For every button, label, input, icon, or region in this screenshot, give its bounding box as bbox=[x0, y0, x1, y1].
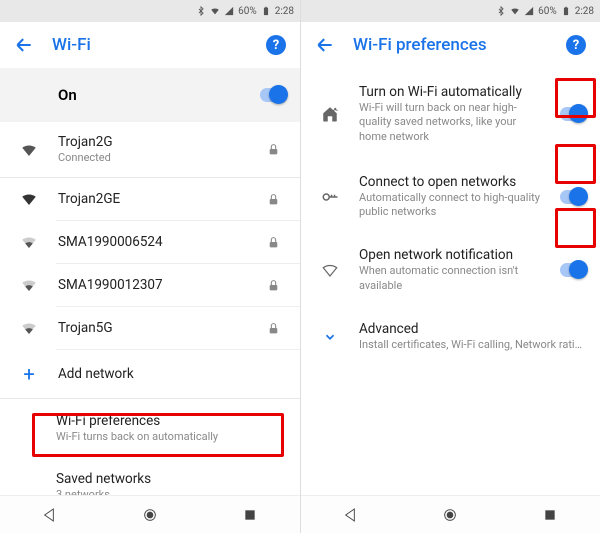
network-ssid: Trojan2G bbox=[58, 134, 242, 150]
back-icon[interactable] bbox=[315, 35, 335, 55]
clock: 2:28 bbox=[275, 6, 294, 17]
battery-icon bbox=[561, 6, 571, 16]
auto-wifi-row[interactable]: Turn on Wi-Fi automatically Wi-Fi will t… bbox=[301, 68, 600, 160]
status-bar: 60% 2:28 bbox=[301, 0, 600, 22]
phone-left: 60% 2:28 Wi-Fi ? On Trojan2GConnected bbox=[0, 0, 300, 533]
network-status: Connected bbox=[58, 151, 242, 165]
lock-icon bbox=[267, 193, 280, 206]
saved-networks-row[interactable]: Saved networks3 networks bbox=[0, 459, 300, 495]
nav-back-icon[interactable] bbox=[42, 507, 58, 523]
nav-recent-icon[interactable] bbox=[542, 507, 558, 523]
wifi-signal-icon bbox=[20, 319, 38, 337]
open-notification-toggle[interactable] bbox=[560, 263, 586, 277]
add-network-label: Add network bbox=[58, 366, 286, 382]
help-icon[interactable]: ? bbox=[266, 35, 286, 55]
advanced-row[interactable]: Advanced Install certificates, Wi-Fi cal… bbox=[301, 307, 600, 364]
nav-home-icon[interactable] bbox=[442, 507, 458, 523]
pref-sub: Wi-Fi will turn back on near high-qualit… bbox=[359, 101, 542, 144]
wifi-status-icon bbox=[510, 6, 520, 16]
page-title: Wi-Fi bbox=[52, 35, 248, 55]
wifi-prefs-sub: Wi-Fi turns back on automatically bbox=[56, 430, 286, 444]
network-row[interactable]: SMA1990012307 bbox=[0, 264, 300, 306]
wifi-master-toggle[interactable] bbox=[260, 88, 286, 102]
nav-bar bbox=[301, 495, 600, 533]
wifi-master-toggle-row[interactable]: On bbox=[0, 68, 300, 122]
chevron-down-icon bbox=[323, 330, 337, 344]
advanced-title: Advanced bbox=[359, 321, 586, 337]
nav-recent-icon[interactable] bbox=[242, 507, 258, 523]
battery-percent: 60% bbox=[238, 6, 257, 17]
content: On Trojan2GConnected Trojan2GE SMA199000… bbox=[0, 68, 300, 495]
lock-icon bbox=[267, 322, 280, 335]
auto-wifi-toggle[interactable] bbox=[560, 107, 586, 121]
nav-home-icon[interactable] bbox=[142, 507, 158, 523]
wifi-on-label: On bbox=[58, 86, 242, 104]
network-row[interactable]: Trojan2GConnected bbox=[0, 122, 300, 177]
phone-right: 60% 2:28 Wi-Fi preferences ? Turn on Wi-… bbox=[300, 0, 600, 533]
network-ssid: SMA1990012307 bbox=[58, 277, 242, 293]
pref-sub: Automatically connect to high-quality pu… bbox=[359, 191, 542, 220]
cell-signal-icon bbox=[524, 6, 534, 16]
network-row[interactable]: SMA1990006524 bbox=[0, 221, 300, 263]
saved-networks-sub: 3 networks bbox=[56, 488, 286, 495]
bluetooth-icon bbox=[196, 6, 206, 16]
content: Turn on Wi-Fi automatically Wi-Fi will t… bbox=[301, 68, 600, 495]
pref-title: Turn on Wi-Fi automatically bbox=[359, 84, 542, 100]
wifi-signal-icon bbox=[20, 233, 38, 251]
open-notification-row[interactable]: Open network notification When automatic… bbox=[301, 233, 600, 307]
nav-back-icon[interactable] bbox=[343, 507, 359, 523]
network-row[interactable]: Trojan5G bbox=[0, 307, 300, 349]
advanced-sub: Install certificates, Wi-Fi calling, Net… bbox=[359, 338, 586, 352]
pref-title: Open network notification bbox=[359, 247, 542, 263]
add-network-row[interactable]: + Add network bbox=[0, 350, 300, 398]
page-title: Wi-Fi preferences bbox=[353, 35, 548, 55]
help-icon[interactable]: ? bbox=[566, 35, 586, 55]
network-ssid: Trojan2GE bbox=[58, 191, 242, 207]
cell-signal-icon bbox=[224, 6, 234, 16]
nav-bar bbox=[0, 495, 300, 533]
bluetooth-icon bbox=[496, 6, 506, 16]
home-signal-icon bbox=[321, 105, 339, 123]
back-icon[interactable] bbox=[14, 35, 34, 55]
wifi-preferences-row[interactable]: Wi-Fi preferencesWi-Fi turns back on aut… bbox=[0, 399, 300, 458]
clock: 2:28 bbox=[575, 6, 594, 17]
lock-icon bbox=[267, 143, 280, 156]
key-icon bbox=[321, 188, 339, 206]
battery-icon bbox=[261, 6, 271, 16]
plus-icon: + bbox=[23, 362, 34, 386]
wifi-status-icon bbox=[210, 6, 220, 16]
wifi-prefs-title: Wi-Fi preferences bbox=[56, 413, 286, 429]
open-networks-row[interactable]: Connect to open networks Automatically c… bbox=[301, 160, 600, 234]
network-ssid: Trojan5G bbox=[58, 320, 242, 336]
network-row[interactable]: Trojan2GE bbox=[0, 178, 300, 220]
lock-icon bbox=[267, 279, 280, 292]
saved-networks-title: Saved networks bbox=[56, 471, 286, 487]
app-bar: Wi-Fi preferences ? bbox=[301, 22, 600, 68]
pref-sub: When automatic connection isn't availabl… bbox=[359, 264, 542, 293]
pref-title: Connect to open networks bbox=[359, 174, 542, 190]
app-bar: Wi-Fi ? bbox=[0, 22, 300, 68]
wifi-signal-icon bbox=[20, 190, 38, 208]
open-networks-toggle[interactable] bbox=[560, 190, 586, 204]
lock-icon bbox=[267, 236, 280, 249]
wifi-open-icon bbox=[321, 261, 339, 279]
wifi-signal-icon bbox=[20, 141, 38, 159]
status-bar: 60% 2:28 bbox=[0, 0, 300, 22]
network-ssid: SMA1990006524 bbox=[58, 234, 242, 250]
battery-percent: 60% bbox=[538, 6, 557, 17]
wifi-signal-icon bbox=[20, 276, 38, 294]
